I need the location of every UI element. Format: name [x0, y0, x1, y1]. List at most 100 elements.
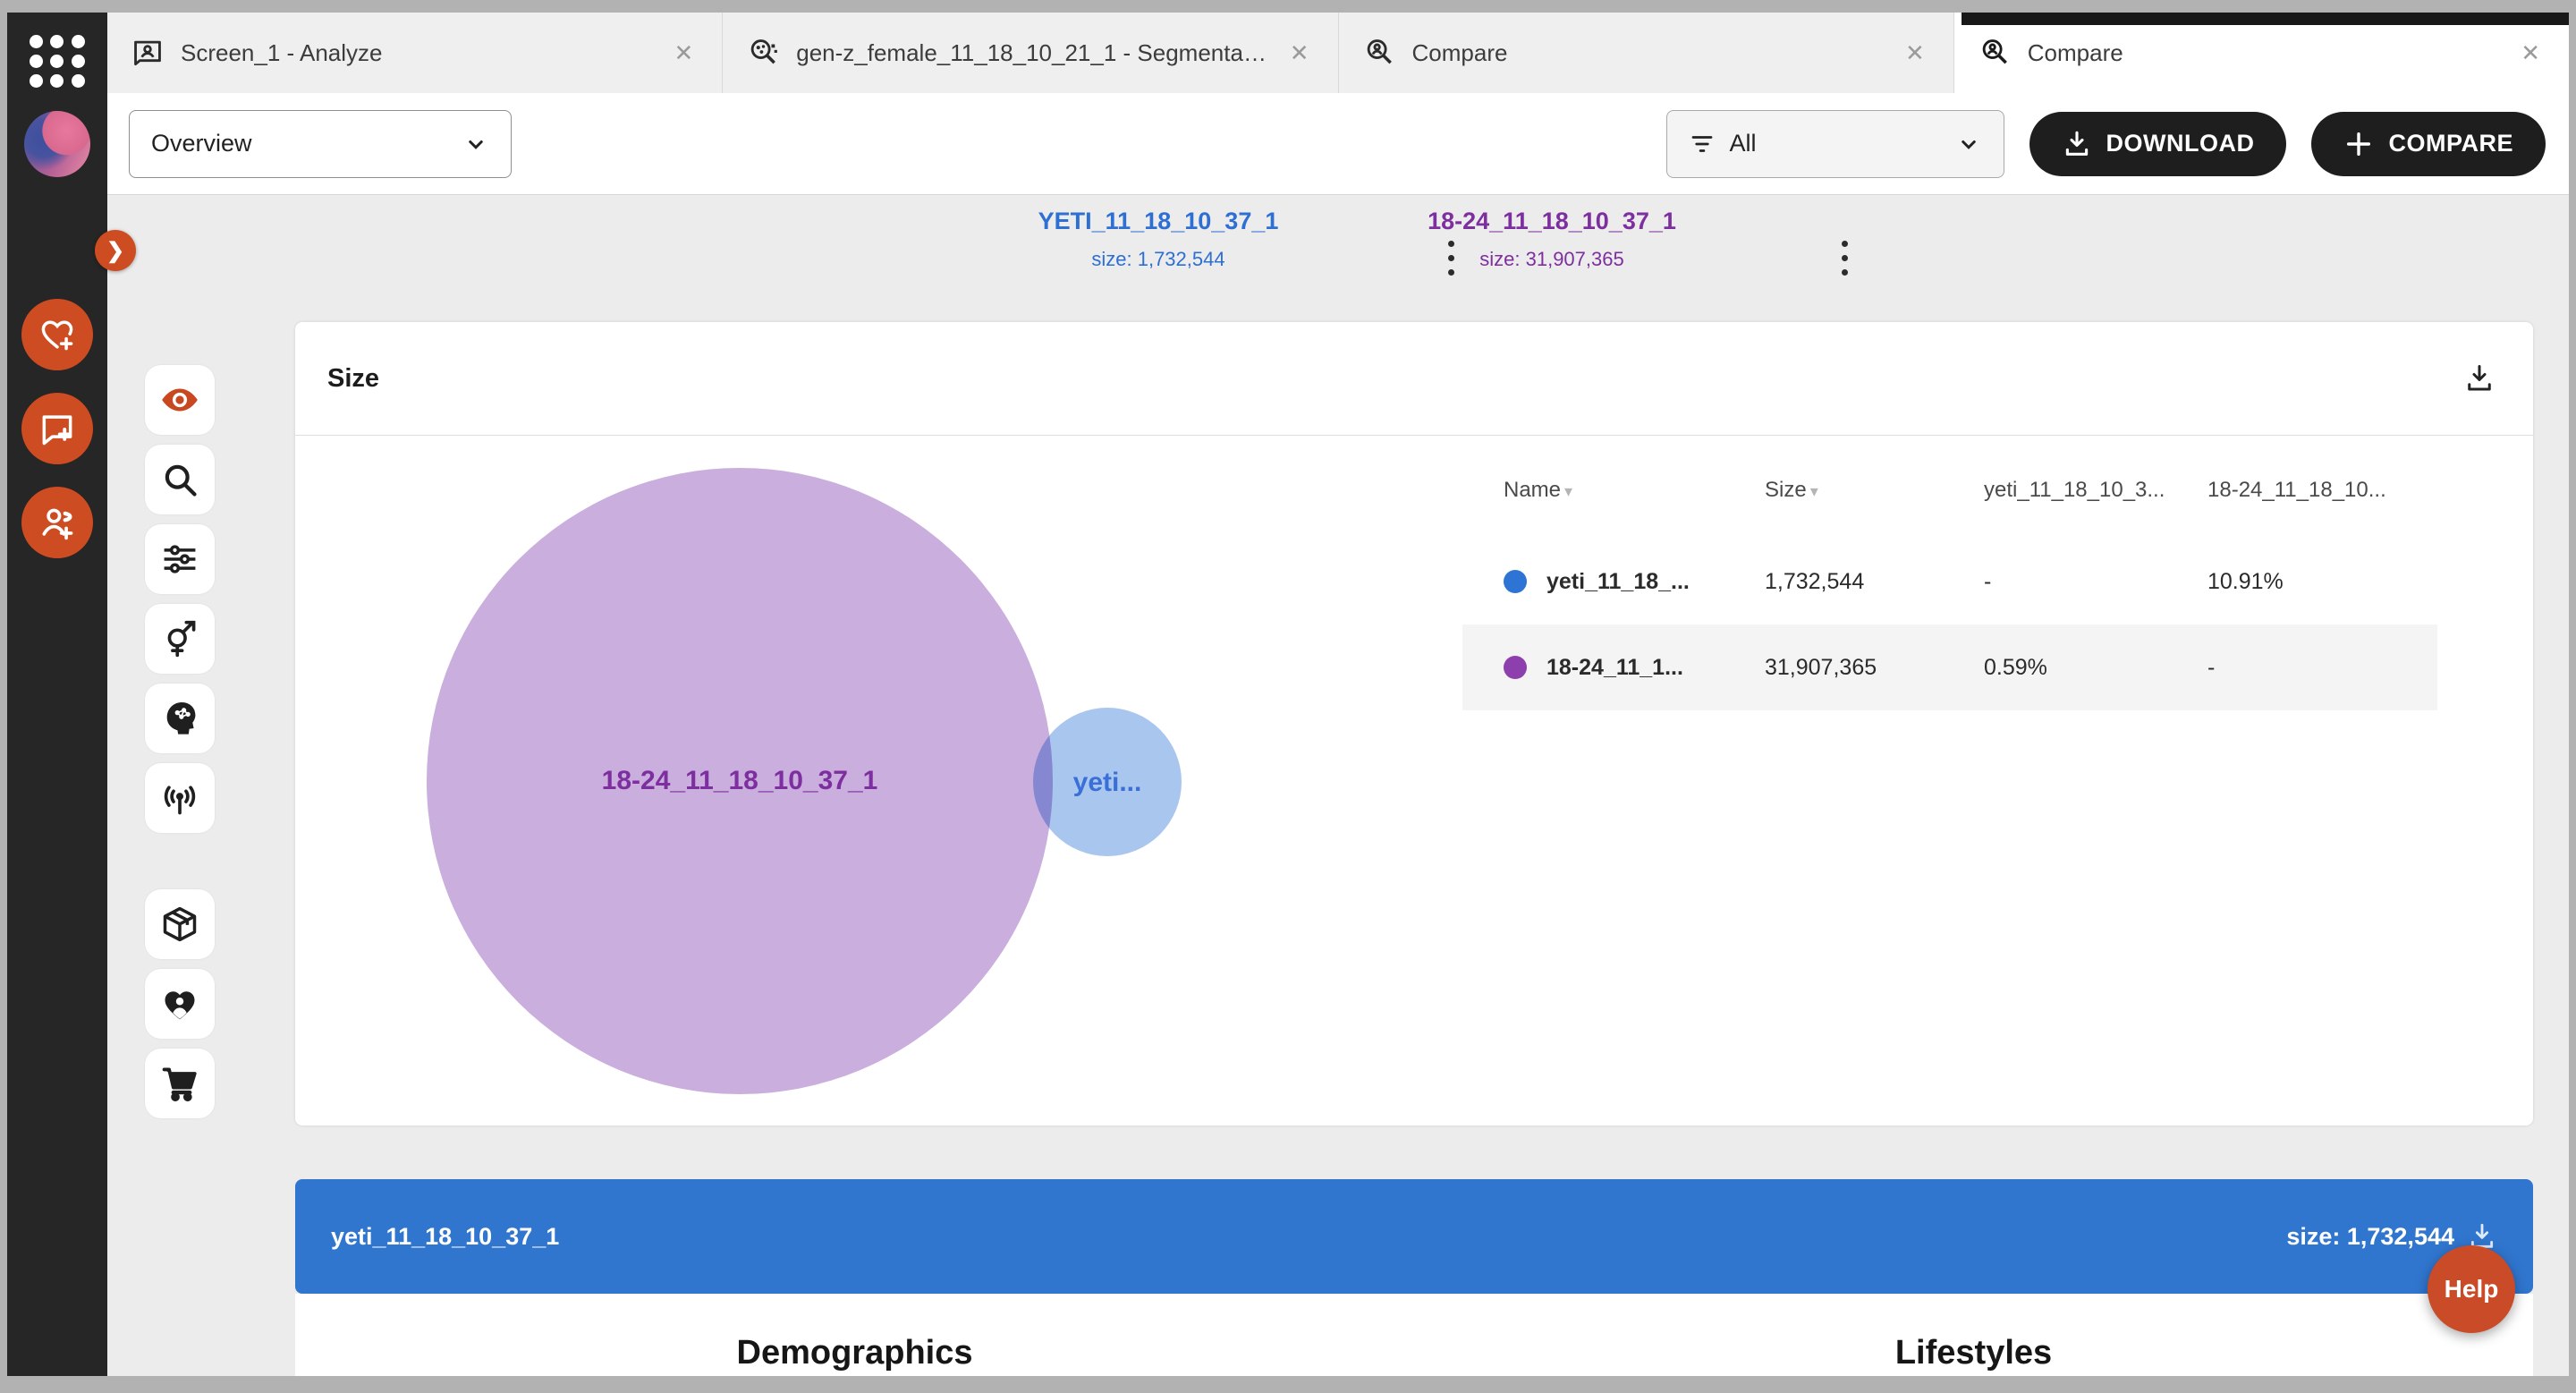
venn-label-yeti: yeti...: [1073, 768, 1142, 798]
size-card: Size 18-24_11_18_10_37_1 yeti... Name▾: [295, 322, 2533, 1125]
banner-size: size: 1,732,544: [2286, 1223, 2454, 1251]
column-header-name[interactable]: Name▾: [1504, 478, 1765, 503]
row-other-overlap: 10.91%: [2207, 569, 2437, 595]
audience-18-24: 18-24_11_18_10_37_1 size: 31,907,365: [1337, 208, 1767, 271]
analyze-tab-icon: [131, 36, 165, 70]
add-comment-button[interactable]: [21, 393, 93, 464]
audience-size: size: 31,907,365: [1337, 248, 1767, 271]
broadcast-icon: [160, 778, 199, 818]
toolbar: Overview All DOWNLOAD COMPARE: [107, 93, 2569, 195]
audience-size: size: 1,732,544: [944, 248, 1373, 271]
download-icon: [2062, 129, 2092, 159]
sort-icon: ▾: [1564, 482, 1572, 500]
close-icon[interactable]: ✕: [2515, 36, 2546, 71]
avatar[interactable]: [24, 111, 90, 177]
row-other-overlap: -: [2207, 655, 2437, 681]
tab-compare-1[interactable]: Compare ✕: [1339, 13, 1954, 93]
cart-icon: [160, 1064, 199, 1103]
column-header-size[interactable]: Size▾: [1765, 478, 1984, 503]
row-size: 1,732,544: [1765, 569, 1984, 595]
plus-icon: [2343, 129, 2374, 159]
column-header-yeti: yeti_11_18_10_3...: [1984, 478, 2207, 503]
sidebar-actions: [7, 299, 107, 558]
venn-diagram: 18-24_11_18_10_37_1 yeti...: [295, 436, 1458, 1125]
comparison-table: Name▾ Size▾ yeti_11_18_10_3... 18-24_11_…: [1462, 462, 2437, 710]
rail-psychographics-button[interactable]: [145, 684, 215, 753]
row-size: 31,907,365: [1765, 655, 1984, 681]
active-tab-top-strip: [1962, 13, 2569, 25]
sliders-icon: [160, 539, 199, 579]
banner-title: yeti_11_18_10_37_1: [331, 1223, 559, 1251]
rail-purchase-button[interactable]: [145, 1049, 215, 1118]
column-label: Size: [1765, 478, 1807, 502]
tab-genz-segmentation[interactable]: gen-z_female_11_18_10_21_1 - Segmentati.…: [723, 13, 1338, 93]
audience-yeti: YETI_11_18_10_37_1 size: 1,732,544: [944, 208, 1373, 271]
table-header-row: Name▾ Size▾ yeti_11_18_10_3... 18-24_11_…: [1462, 462, 2437, 519]
row-yeti-overlap: 0.59%: [1984, 655, 2207, 681]
app-sidebar: ❯: [7, 13, 107, 1376]
kebab-menu-icon[interactable]: [1826, 231, 1862, 285]
rail-demographics-button[interactable]: [145, 604, 215, 674]
row-yeti-overlap: -: [1984, 569, 2207, 595]
compare-tab-icon: [1362, 36, 1396, 70]
compare-button[interactable]: COMPARE: [2311, 112, 2546, 176]
rail-search-button[interactable]: [145, 445, 215, 514]
filter-icon: [1689, 131, 1716, 157]
rail-products-button[interactable]: [145, 889, 215, 959]
help-button[interactable]: Help: [2428, 1245, 2515, 1333]
tab-label: Compare: [1412, 39, 1884, 67]
lifestyles-heading: Lifestyles: [1414, 1294, 2533, 1376]
segmentation-tab-icon: [746, 36, 780, 70]
close-icon[interactable]: ✕: [1900, 36, 1930, 71]
table-row[interactable]: yeti_11_18_... 1,732,544 - 10.91%: [1462, 539, 2437, 624]
compare-tab-icon: [1978, 36, 2012, 70]
comment-plus-icon: [38, 409, 77, 448]
filter-selector-value: All: [1730, 130, 1757, 157]
row-name: yeti_11_18_...: [1546, 569, 1690, 595]
download-button[interactable]: DOWNLOAD: [2029, 112, 2287, 176]
venn-label-18-24: 18-24_11_18_10_37_1: [602, 766, 878, 796]
demographics-heading: Demographics: [295, 1294, 1414, 1376]
brain-head-icon: [160, 699, 199, 738]
table-row[interactable]: 18-24_11_1... 31,907,365 0.59% -: [1462, 624, 2437, 710]
table-spacer: [1462, 519, 2437, 539]
chevron-down-icon: [1955, 131, 1982, 157]
left-icon-rail: [145, 365, 215, 1128]
audience-detail-banner: yeti_11_18_10_37_1 size: 1,732,544: [295, 1179, 2533, 1294]
legend-dot: [1504, 570, 1527, 593]
add-person-button[interactable]: [21, 487, 93, 558]
gender-icon: [160, 619, 199, 658]
tab-screen1-analyze[interactable]: Screen_1 - Analyze ✕: [107, 13, 723, 93]
tab-label: Compare: [2028, 39, 2499, 67]
row-name: 18-24_11_1...: [1546, 655, 1683, 681]
rail-attributes-button[interactable]: [145, 524, 215, 594]
chevron-right-icon[interactable]: ❯: [95, 230, 136, 271]
close-icon[interactable]: ✕: [668, 36, 699, 71]
view-selector[interactable]: Overview: [129, 110, 512, 178]
card-title: Size: [327, 364, 379, 394]
rail-media-button[interactable]: [145, 763, 215, 833]
add-favorite-button[interactable]: [21, 299, 93, 370]
apps-grid-icon[interactable]: [29, 32, 86, 89]
detail-sections: Demographics Lifestyles: [295, 1294, 2533, 1376]
rail-overview-button[interactable]: [145, 365, 215, 435]
column-label: Name: [1504, 478, 1561, 502]
compare-button-label: COMPARE: [2388, 130, 2513, 157]
heart-person-icon: [160, 984, 199, 1024]
eye-icon: [160, 380, 199, 420]
view-selector-value: Overview: [151, 130, 252, 157]
size-card-header: Size: [295, 322, 2533, 436]
card-download-button[interactable]: [2458, 357, 2501, 400]
rail-lifestyles-button[interactable]: [145, 969, 215, 1039]
rail-group-gap: [145, 843, 215, 889]
filter-selector[interactable]: All: [1666, 110, 2004, 178]
legend-dot: [1504, 656, 1527, 679]
package-icon: [160, 905, 199, 944]
tab-label: gen-z_female_11_18_10_21_1 - Segmentati.…: [796, 39, 1267, 67]
row-name-cell: yeti_11_18_...: [1504, 569, 1765, 595]
download-button-label: DOWNLOAD: [2106, 130, 2255, 157]
close-icon[interactable]: ✕: [1284, 36, 1315, 71]
chevron-down-icon: [462, 131, 489, 157]
search-icon: [160, 460, 199, 499]
audience-name: YETI_11_18_10_37_1: [944, 208, 1373, 235]
